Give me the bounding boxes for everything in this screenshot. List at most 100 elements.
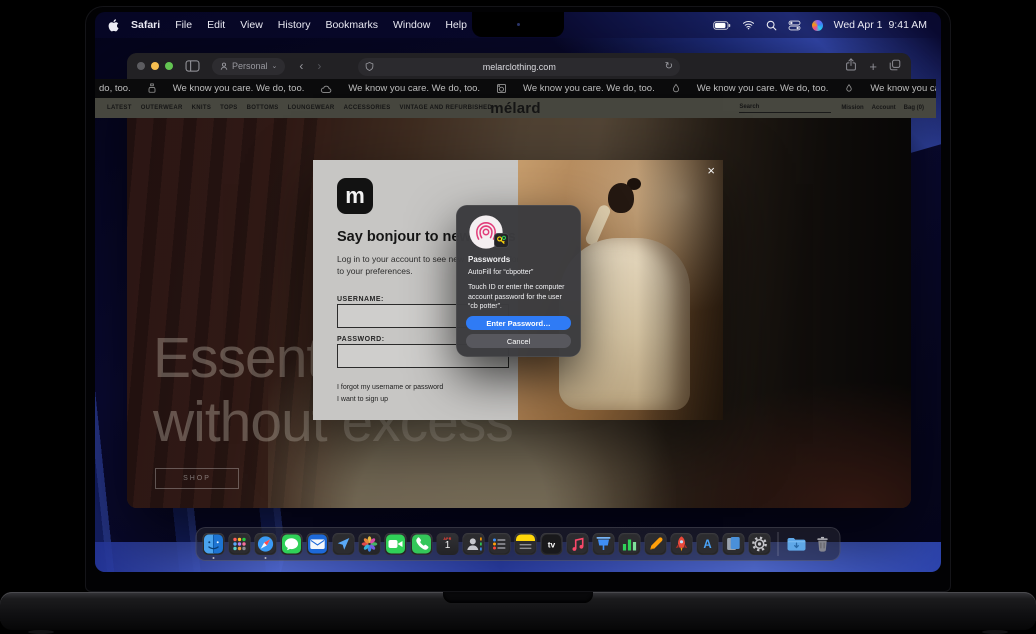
site-nav: LATEST OUTERWEAR KNITS TOPS BOTTOMS LOUNGEWEA…: [107, 105, 492, 111]
macbook-foot: [982, 630, 1008, 634]
menu-file[interactable]: File: [175, 19, 192, 31]
droplet-icon: [671, 83, 681, 94]
dock-item-books[interactable]: [723, 533, 745, 555]
dock-item-messages[interactable]: [281, 533, 303, 555]
banner-message: do, too.: [99, 83, 131, 94]
site-header: LATEST OUTERWEAR KNITS TOPS BOTTOMS LOUNGEWEA…: [95, 98, 936, 118]
dock-item-calendar[interactable]: APR1: [437, 533, 459, 555]
banner-message: We know you care. We do, too.: [348, 83, 480, 94]
dock-item-keynote[interactable]: [593, 533, 615, 555]
apple-menu-icon[interactable]: [108, 19, 119, 32]
dock-item-photos[interactable]: [359, 533, 381, 555]
cloud-icon: [320, 84, 332, 94]
dock-item-finder[interactable]: [203, 533, 225, 555]
safari-toolbar: Personal ⌄ ‹ › melarclothing.com ↻: [127, 53, 911, 80]
nav-bottoms[interactable]: BOTTOMS: [247, 105, 279, 111]
dock-item-maps[interactable]: [333, 533, 355, 555]
shop-button[interactable]: SHOP: [155, 468, 239, 489]
wifi-icon[interactable]: [742, 20, 755, 30]
menu-bar-clock[interactable]: Wed Apr 1 9:41 AM: [834, 19, 927, 31]
enter-password-button[interactable]: Enter Password…: [466, 316, 571, 330]
dock-item-facetime[interactable]: [385, 533, 407, 555]
tab-overview-icon[interactable]: [889, 58, 901, 76]
close-icon[interactable]: ×: [707, 164, 715, 177]
banner-message: We know you care. We do, too.: [697, 83, 829, 94]
sidebar-icon[interactable]: [185, 60, 200, 72]
window-controls: [137, 62, 173, 70]
site-logo[interactable]: mélard: [490, 100, 540, 117]
header-link-mission[interactable]: Mission: [841, 105, 863, 111]
nav-vintage-and-refurbished[interactable]: VINTAGE AND REFURBISHED: [400, 105, 493, 111]
macbook-device: Safari File Edit View History Bookmarks Window…: [0, 0, 1036, 634]
menu-bookmarks[interactable]: Bookmarks: [325, 19, 378, 31]
nav-loungewear[interactable]: LOUNGEWEAR: [288, 105, 335, 111]
url-text: melarclothing.com: [374, 62, 665, 72]
menu-view[interactable]: View: [240, 19, 263, 31]
dock-item-reminders[interactable]: [489, 533, 511, 555]
header-search-field[interactable]: Search: [739, 104, 831, 113]
dock-separator: [778, 532, 779, 556]
reload-icon[interactable]: ↻: [665, 62, 673, 72]
battery-icon[interactable]: [713, 20, 731, 31]
dock-item-launchpad[interactable]: [229, 533, 251, 555]
menu-edit[interactable]: Edit: [207, 19, 225, 31]
svg-text:tv: tv: [548, 540, 556, 550]
dialog-message: Touch ID or enter the computer account p…: [468, 283, 570, 312]
dock-item-apple-tv[interactable]: tv: [541, 533, 563, 555]
siri-icon[interactable]: [812, 20, 823, 31]
share-icon[interactable]: [845, 58, 857, 76]
running-indicator: [264, 557, 267, 560]
macbook-lid: Safari File Edit View History Bookmarks Window…: [85, 6, 951, 592]
menu-safari[interactable]: Safari: [131, 19, 160, 31]
dock-item-pages[interactable]: [645, 533, 667, 555]
minimize-window-button[interactable]: [151, 62, 159, 70]
new-tab-icon[interactable]: +: [869, 59, 877, 74]
menu-window[interactable]: Window: [393, 19, 430, 31]
nav-accessories[interactable]: ACCESSORIES: [344, 105, 391, 111]
dock-item-system-settings[interactable]: [749, 533, 771, 555]
forward-button[interactable]: ›: [317, 59, 321, 73]
back-button[interactable]: ‹: [299, 59, 303, 73]
header-link-bag-0-[interactable]: Bag (0): [904, 105, 924, 111]
lid-lift-groove: [443, 592, 593, 603]
dialog-app-name: Passwords: [468, 255, 510, 264]
dock-item-numbers[interactable]: [619, 533, 641, 555]
close-window-button[interactable]: [137, 62, 145, 70]
spotlight-search-icon[interactable]: [766, 20, 777, 31]
macbook-foot: [28, 630, 54, 634]
svg-text:A: A: [703, 539, 711, 551]
tab-group-picker[interactable]: Personal ⌄: [212, 58, 285, 75]
dock-item-mail[interactable]: [307, 533, 329, 555]
nav-tops[interactable]: TOPS: [220, 105, 237, 111]
dock-item-rocket[interactable]: [671, 533, 693, 555]
menu-history[interactable]: History: [278, 19, 311, 31]
dock-item-phone[interactable]: [411, 533, 433, 555]
menu-bar-menus: Safari File Edit View History Bookmarks Window…: [131, 19, 467, 31]
header-link-account[interactable]: Account: [872, 105, 896, 111]
address-bar[interactable]: melarclothing.com ↻: [358, 58, 680, 76]
nav-outerwear[interactable]: OUTERWEAR: [141, 105, 183, 111]
dock-item-app-store[interactable]: A: [697, 533, 719, 555]
dock-item-safari[interactable]: [255, 533, 277, 555]
dock-item-music[interactable]: [567, 533, 589, 555]
signup-link[interactable]: I want to sign up: [337, 396, 388, 403]
nav-knits[interactable]: KNITS: [192, 105, 212, 111]
tab-group-label: Personal: [232, 61, 268, 71]
camera-notch: [472, 12, 564, 37]
nav-latest[interactable]: LATEST: [107, 105, 132, 111]
dock-item-downloads[interactable]: [786, 533, 808, 555]
desktop: Safari File Edit View History Bookmarks Window…: [95, 12, 941, 572]
macbook-base: [0, 592, 1036, 630]
control-center-icon[interactable]: [788, 20, 801, 31]
chevron-down-icon: ⌄: [272, 62, 278, 70]
dock-item-contacts[interactable]: [463, 533, 485, 555]
zoom-window-button[interactable]: [165, 62, 173, 70]
perfume-bottle-icon: [147, 83, 157, 94]
privacy-shield-icon: [365, 61, 374, 72]
dock-item-notes[interactable]: [515, 533, 537, 555]
forgot-credentials-link[interactable]: I forgot my username or password: [337, 384, 443, 391]
time-label: 9:41 AM: [888, 19, 927, 31]
dock-item-trash[interactable]: [812, 533, 834, 555]
menu-help[interactable]: Help: [445, 19, 467, 31]
cancel-button[interactable]: Cancel: [466, 334, 571, 348]
